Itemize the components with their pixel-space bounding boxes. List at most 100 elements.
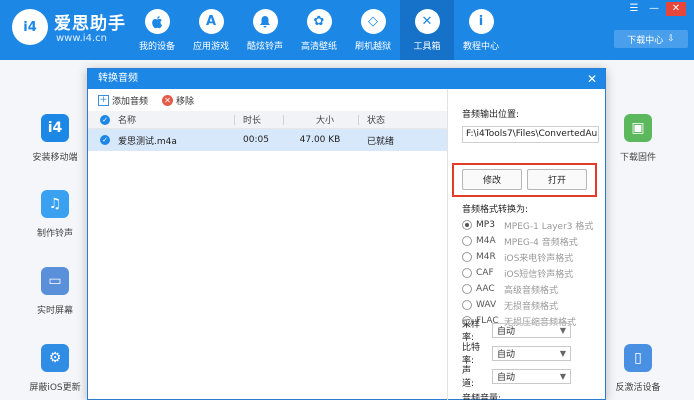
dropbox-icon: ◇: [360, 9, 386, 34]
row-name: 爱思测试.m4a: [118, 136, 177, 147]
settings-pane: 音频输出位置: F:\i4Tools7\Files\ConvertedAu 修改…: [449, 89, 607, 400]
flower-icon: ✿: [306, 9, 332, 34]
nav-item-ringtones[interactable]: 酷炫铃声: [238, 0, 292, 60]
app-brand: 爱思助手: [54, 14, 126, 34]
convert-audio-dialog: 转换音频 ✕ + 添加音频 ✕ 移除 ✓ 名称 时长 大小 状态 ✓ 爱思测试.…: [87, 68, 606, 400]
row-duration: 00:05: [243, 135, 269, 145]
tool-label: 安装移动端: [32, 153, 78, 163]
bitrate-select[interactable]: 自动 ▼: [492, 345, 571, 361]
tool-deactivate-device[interactable]: ▯ 反激活设备: [603, 344, 673, 393]
nav-label: 应用游戏: [192, 42, 229, 52]
format-option-mp3[interactable]: MP3 MPEG-1 Layer3 格式: [462, 217, 593, 233]
download-arrow-icon: ⇩: [667, 34, 675, 44]
format-option-wav[interactable]: WAV 无损音频格式: [462, 297, 593, 313]
download-center-label: 下载中心: [627, 35, 664, 46]
minimize-icon[interactable]: —: [646, 2, 662, 16]
nav-item-flash-jailbreak[interactable]: ◇ 刷机越狱: [346, 0, 400, 60]
tool-label: 反激活设备: [615, 383, 661, 393]
format-desc: 高级音频格式: [504, 285, 559, 296]
tool-label: 制作铃声: [36, 229, 73, 239]
format-desc: MPEG-1 Layer3 格式: [504, 221, 594, 232]
cube-icon: ▣: [624, 114, 652, 142]
format-code: M4R: [476, 252, 496, 262]
column-status: 状态: [367, 116, 386, 126]
nav-item-my-device[interactable]: 我的设备: [130, 0, 184, 60]
menu-icon[interactable]: ☰: [626, 2, 642, 16]
remove-icon: ✕: [162, 94, 174, 106]
column-size: 大小: [315, 116, 334, 126]
format-option-caf[interactable]: CAF iOS短信铃声格式: [462, 265, 593, 281]
modify-button[interactable]: 修改: [462, 169, 522, 190]
radio-selected[interactable]: [462, 220, 472, 230]
radio[interactable]: [462, 236, 472, 246]
channel-label: 声 道:: [462, 366, 481, 389]
tool-make-ringtone[interactable]: ♫ 制作铃声: [20, 190, 90, 239]
tool-download-firmware[interactable]: ▣ 下载固件: [603, 114, 673, 163]
radio[interactable]: [462, 284, 472, 294]
logo-icon: i4: [12, 9, 48, 45]
tool-live-screen[interactable]: ▭ 实时屏幕: [20, 267, 90, 316]
sample-rate-select[interactable]: 自动 ▼: [492, 322, 571, 338]
row-status: 已就绪: [367, 136, 395, 147]
remove-label: 移除: [176, 96, 195, 107]
chevron-down-icon: ▼: [559, 325, 566, 335]
dialog-title: 转换音频: [98, 73, 138, 84]
sample-rate-value: 自动: [497, 326, 516, 337]
column-name: 名称: [118, 116, 137, 126]
gear-icon: ⚙: [41, 344, 69, 372]
column-divider: [234, 114, 235, 125]
monitor-icon: ▭: [41, 267, 69, 295]
add-file-icon: +: [98, 94, 109, 106]
nav-label: 刷机越狱: [354, 42, 391, 52]
dialog-titlebar: 转换音频 ✕: [88, 69, 605, 89]
radio[interactable]: [462, 268, 472, 278]
nav-label: 酷炫铃声: [246, 42, 283, 52]
info-icon: i: [468, 9, 494, 34]
format-label: 音频格式转换为:: [462, 205, 529, 215]
tool-install-mobile[interactable]: i4 安装移动端: [20, 114, 90, 163]
top-bar: i4 爱思助手 www.i4.cn 我的设备 A 应用游戏 酷炫铃声 ✿ 高清壁…: [0, 0, 694, 60]
radio[interactable]: [462, 300, 472, 310]
i4-app-icon: i4: [41, 114, 69, 142]
format-option-m4r[interactable]: M4R iOS来电铃声格式: [462, 249, 593, 265]
chevron-down-icon: ▼: [559, 348, 566, 358]
remove-button[interactable]: ✕ 移除: [162, 94, 194, 107]
add-audio-button[interactable]: + 添加音频: [98, 94, 148, 107]
volume-label: 音频音量:: [462, 394, 502, 400]
format-option-m4a[interactable]: M4A MPEG-4 音频格式: [462, 233, 593, 249]
apple-icon: [144, 9, 170, 34]
row-checkbox[interactable]: ✓: [100, 135, 110, 145]
table-row[interactable]: ✓ 爱思测试.m4a 00:05 47.00 KB 已就绪: [88, 129, 447, 151]
nav-item-apps[interactable]: A 应用游戏: [184, 0, 238, 60]
file-list-pane: + 添加音频 ✕ 移除 ✓ 名称 时长 大小 状态 ✓ 爱思测试.m4a 00:…: [88, 89, 448, 400]
bitrate-value: 自动: [497, 349, 516, 360]
tool-label: 实时屏幕: [36, 306, 73, 316]
format-code: MP3: [476, 220, 495, 230]
format-option-aac[interactable]: AAC 高级音频格式: [462, 281, 593, 297]
nav-item-toolbox[interactable]: ✕ 工具箱: [400, 0, 454, 60]
select-all-checkbox[interactable]: ✓: [100, 114, 110, 125]
download-center-button[interactable]: 下载中心 ⇩: [614, 30, 688, 48]
nav-label: 我的设备: [138, 42, 175, 52]
format-code: AAC: [476, 284, 495, 294]
nav-label: 高清壁纸: [300, 42, 337, 52]
tool-label: 屏蔽iOS更新: [29, 383, 81, 393]
bell-icon: ♫: [41, 190, 69, 218]
nav-label: 工具箱: [413, 42, 441, 52]
phone-icon: ▯: [624, 344, 652, 372]
format-code: WAV: [476, 300, 497, 310]
main-nav: 我的设备 A 应用游戏 酷炫铃声 ✿ 高清壁纸 ◇ 刷机越狱 ✕ 工具箱 i 教…: [130, 0, 508, 60]
close-icon[interactable]: ✕: [666, 2, 686, 16]
tool-block-ios-update[interactable]: ⚙ 屏蔽iOS更新: [20, 344, 90, 393]
channel-select[interactable]: 自动 ▼: [492, 368, 571, 384]
table-header: ✓ 名称 时长 大小 状态: [88, 111, 447, 129]
open-button[interactable]: 打开: [527, 169, 587, 190]
output-path-field[interactable]: F:\i4Tools7\Files\ConvertedAu: [462, 126, 599, 143]
tools-icon: ✕: [414, 9, 440, 34]
nav-item-tutorials[interactable]: i 教程中心: [454, 0, 508, 60]
row-size: 47.00 KB: [299, 135, 341, 145]
format-radio-group: MP3 MPEG-1 Layer3 格式 M4A MPEG-4 音频格式 M4R…: [462, 217, 593, 329]
close-icon[interactable]: ✕: [587, 69, 597, 89]
radio[interactable]: [462, 252, 472, 262]
nav-item-wallpapers[interactable]: ✿ 高清壁纸: [292, 0, 346, 60]
